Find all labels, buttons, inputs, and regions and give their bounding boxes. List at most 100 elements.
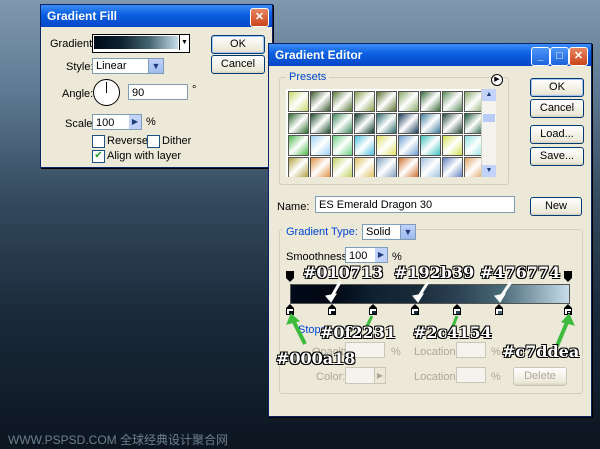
color-stop[interactable] bbox=[564, 304, 572, 315]
editor-ok-button[interactable]: OK bbox=[530, 78, 584, 97]
color-location-unit: % bbox=[491, 371, 501, 383]
align-checkbox[interactable]: ✔ bbox=[92, 150, 105, 163]
opacity-location-input bbox=[456, 342, 486, 358]
opacity-unit: % bbox=[391, 346, 401, 358]
scale-value: 100 bbox=[96, 117, 115, 129]
scale-unit: % bbox=[146, 116, 156, 128]
preset-swatch[interactable] bbox=[442, 135, 463, 156]
name-input[interactable]: ES Emerald Dragon 30 bbox=[315, 196, 515, 213]
preset-swatch[interactable] bbox=[354, 135, 375, 156]
preset-swatch[interactable] bbox=[310, 113, 331, 134]
preset-swatch[interactable] bbox=[332, 91, 353, 112]
ok-button[interactable]: OK bbox=[211, 35, 265, 54]
close-icon[interactable]: ✕ bbox=[250, 8, 269, 27]
cancel-button[interactable]: Cancel bbox=[211, 55, 265, 74]
preset-swatch[interactable] bbox=[398, 113, 419, 134]
gradient-bar[interactable] bbox=[290, 284, 570, 304]
color-stop[interactable] bbox=[369, 304, 378, 315]
arrow-right-icon[interactable]: ▶ bbox=[375, 248, 387, 262]
annotation-2c4154: #2c4154 bbox=[413, 323, 492, 342]
preset-swatch[interactable] bbox=[354, 91, 375, 112]
preset-swatch[interactable] bbox=[310, 157, 331, 177]
opacity-stop-left[interactable] bbox=[286, 271, 294, 282]
preset-swatch[interactable] bbox=[376, 113, 397, 134]
color-stop[interactable] bbox=[411, 304, 420, 315]
scrollbar-thumb[interactable] bbox=[483, 114, 495, 122]
gradient-label: Gradient: bbox=[50, 38, 96, 50]
preset-swatch[interactable] bbox=[420, 113, 441, 134]
preset-swatch[interactable] bbox=[464, 135, 481, 156]
gradient-editor-titlebar[interactable]: Gradient Editor _ □ ✕ bbox=[269, 44, 591, 66]
chevron-up-icon[interactable]: ▲ bbox=[482, 89, 496, 101]
preset-swatch[interactable] bbox=[398, 135, 419, 156]
preset-swatch[interactable] bbox=[398, 91, 419, 112]
presets-scrollbar[interactable]: ▲ ▼ bbox=[481, 89, 496, 177]
smoothness-input[interactable]: 100 ▶ bbox=[345, 247, 388, 263]
name-label: Name: bbox=[277, 201, 310, 213]
chevron-down-icon[interactable]: ▼ bbox=[179, 35, 189, 50]
preset-swatch[interactable] bbox=[398, 157, 419, 177]
chevron-down-icon[interactable]: ▼ bbox=[148, 59, 163, 73]
presets-menu-icon[interactable]: ▶ bbox=[491, 74, 503, 86]
angle-unit: ° bbox=[192, 84, 197, 96]
opacity-stop-right[interactable] bbox=[564, 271, 572, 282]
preset-swatch[interactable] bbox=[376, 135, 397, 156]
gradient-picker[interactable]: ▼ bbox=[92, 34, 190, 53]
annotation-000a18: #000a18 bbox=[276, 349, 356, 368]
preset-swatch[interactable] bbox=[464, 91, 481, 112]
editor-cancel-button[interactable]: Cancel bbox=[530, 99, 584, 118]
preset-swatch[interactable] bbox=[376, 91, 397, 112]
reverse-label: Reverse bbox=[107, 135, 148, 147]
color-stop[interactable] bbox=[286, 304, 294, 315]
preset-swatch[interactable] bbox=[332, 157, 353, 177]
color-stop[interactable] bbox=[494, 304, 503, 315]
opacity-location-unit: % bbox=[491, 346, 501, 358]
preset-swatch[interactable] bbox=[354, 113, 375, 134]
preset-swatch[interactable] bbox=[332, 135, 353, 156]
load-button[interactable]: Load... bbox=[530, 125, 584, 144]
minimize-icon[interactable]: _ bbox=[531, 47, 550, 66]
reverse-checkbox[interactable] bbox=[92, 135, 105, 148]
preset-swatch[interactable] bbox=[420, 135, 441, 156]
color-stop[interactable] bbox=[452, 304, 461, 315]
preset-swatch[interactable] bbox=[420, 157, 441, 177]
angle-dial[interactable] bbox=[93, 79, 120, 106]
preset-swatch[interactable] bbox=[332, 113, 353, 134]
angle-input[interactable]: 90 bbox=[128, 84, 188, 100]
preset-swatch[interactable] bbox=[354, 157, 375, 177]
annotation-010713: #010713 bbox=[303, 263, 384, 282]
gradient-fill-titlebar[interactable]: Gradient Fill ✕ bbox=[41, 5, 272, 27]
gradient-type-label: Gradient Type: bbox=[283, 226, 361, 238]
preset-swatch[interactable] bbox=[464, 157, 481, 177]
preset-swatch[interactable] bbox=[442, 157, 463, 177]
preset-swatch[interactable] bbox=[310, 135, 331, 156]
close-icon[interactable]: ✕ bbox=[569, 47, 588, 66]
preset-swatch[interactable] bbox=[442, 113, 463, 134]
preset-swatch[interactable] bbox=[287, 90, 310, 113]
gradient-type-select[interactable]: Solid ▼ bbox=[362, 224, 416, 240]
new-button[interactable]: New bbox=[530, 197, 582, 216]
annotation-192b39: #192b39 bbox=[394, 263, 475, 282]
chevron-down-icon[interactable]: ▼ bbox=[400, 225, 415, 239]
color-location-label: Location: bbox=[414, 371, 459, 383]
preset-swatch[interactable] bbox=[288, 135, 309, 156]
dither-checkbox[interactable] bbox=[147, 135, 160, 148]
maximize-icon[interactable]: □ bbox=[550, 47, 569, 66]
chevron-down-icon[interactable]: ▼ bbox=[482, 165, 496, 177]
scale-input[interactable]: 100 ▶ bbox=[92, 114, 142, 130]
preset-swatch[interactable] bbox=[464, 113, 481, 134]
arrow-right-icon[interactable]: ▶ bbox=[129, 115, 141, 129]
preset-swatch[interactable] bbox=[442, 91, 463, 112]
preset-swatch[interactable] bbox=[376, 157, 397, 177]
preset-swatch[interactable] bbox=[288, 157, 309, 177]
preset-swatch[interactable] bbox=[288, 113, 309, 134]
save-button[interactable]: Save... bbox=[530, 147, 584, 166]
annotation-0f2231: #0f2231 bbox=[320, 323, 396, 342]
preset-swatch[interactable] bbox=[420, 91, 441, 112]
preset-swatch[interactable] bbox=[310, 91, 331, 112]
color-stops bbox=[286, 302, 572, 316]
color-stop[interactable] bbox=[327, 304, 336, 315]
style-select[interactable]: Linear ▼ bbox=[92, 58, 164, 74]
scale-label: Scale: bbox=[65, 118, 96, 130]
annotation-476774: #476774 bbox=[480, 263, 561, 282]
